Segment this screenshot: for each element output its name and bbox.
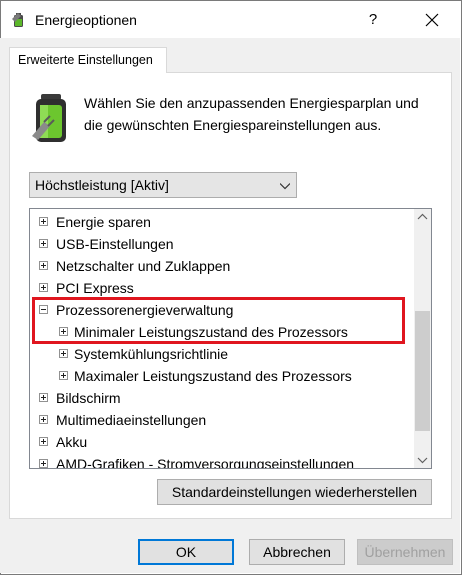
- tab-label: Erweiterte Einstellungen: [18, 53, 153, 67]
- scroll-down-icon[interactable]: [414, 451, 431, 468]
- power-options-icon: [12, 13, 23, 27]
- tree-item-label: Energie sparen: [56, 214, 151, 230]
- tree-item-label: Multimediaeinstellungen: [56, 412, 207, 428]
- tab-advanced-settings[interactable]: Erweiterte Einstellungen: [9, 47, 167, 73]
- tree-item-label: Netzschalter und Zuklappen: [56, 258, 231, 274]
- description-text: Wählen Sie den anzupassenden Energiespar…: [84, 95, 419, 133]
- close-icon: [425, 13, 439, 27]
- highlight-box: [32, 297, 405, 344]
- expand-icon[interactable]: [39, 217, 48, 226]
- tree-item-label: PCI Express: [56, 280, 134, 296]
- vertical-scrollbar[interactable]: [414, 209, 431, 468]
- battery-plug-icon: [32, 94, 66, 142]
- scroll-up-icon[interactable]: [414, 209, 431, 226]
- tree-item-label: Systemkühlungsrichtlinie: [74, 346, 229, 362]
- expand-icon[interactable]: [39, 261, 48, 270]
- power-plan-dropdown[interactable]: Höchstleistung [Aktiv]: [29, 172, 297, 198]
- window-title: Energieoptionen: [35, 12, 137, 28]
- tree-item-label: USB-Einstellungen: [56, 236, 174, 252]
- expand-icon[interactable]: [59, 371, 68, 380]
- scrollbar-thumb[interactable]: [415, 311, 430, 431]
- help-button[interactable]: ?: [353, 1, 393, 39]
- ok-button[interactable]: OK: [138, 539, 234, 565]
- tree-item-label: Maximaler Leistungszustand des Prozessor…: [74, 368, 352, 384]
- title-bar[interactable]: Energieoptionen ?: [1, 1, 461, 39]
- expand-icon[interactable]: [39, 239, 48, 248]
- expand-icon[interactable]: [59, 349, 68, 358]
- cancel-button[interactable]: Abbrechen: [249, 539, 345, 565]
- apply-button[interactable]: Übernehmen: [357, 539, 453, 565]
- chevron-down-icon: [280, 183, 290, 190]
- expand-icon[interactable]: [39, 437, 48, 446]
- expand-icon[interactable]: [39, 415, 48, 424]
- expand-icon[interactable]: [39, 393, 48, 402]
- expand-icon[interactable]: [39, 459, 48, 468]
- tree-item-label: AMD-Grafiken - Stromversorgungseinstellu…: [56, 456, 355, 469]
- restore-defaults-button[interactable]: Standardeinstellungen wiederherstellen: [157, 479, 432, 505]
- close-button[interactable]: [412, 1, 452, 39]
- power-plan-value: Höchstleistung [Aktiv]: [35, 177, 169, 193]
- tree-item-label: Bildschirm: [56, 390, 121, 406]
- expand-icon[interactable]: [39, 283, 48, 292]
- tree-item-label: Akku: [56, 434, 88, 450]
